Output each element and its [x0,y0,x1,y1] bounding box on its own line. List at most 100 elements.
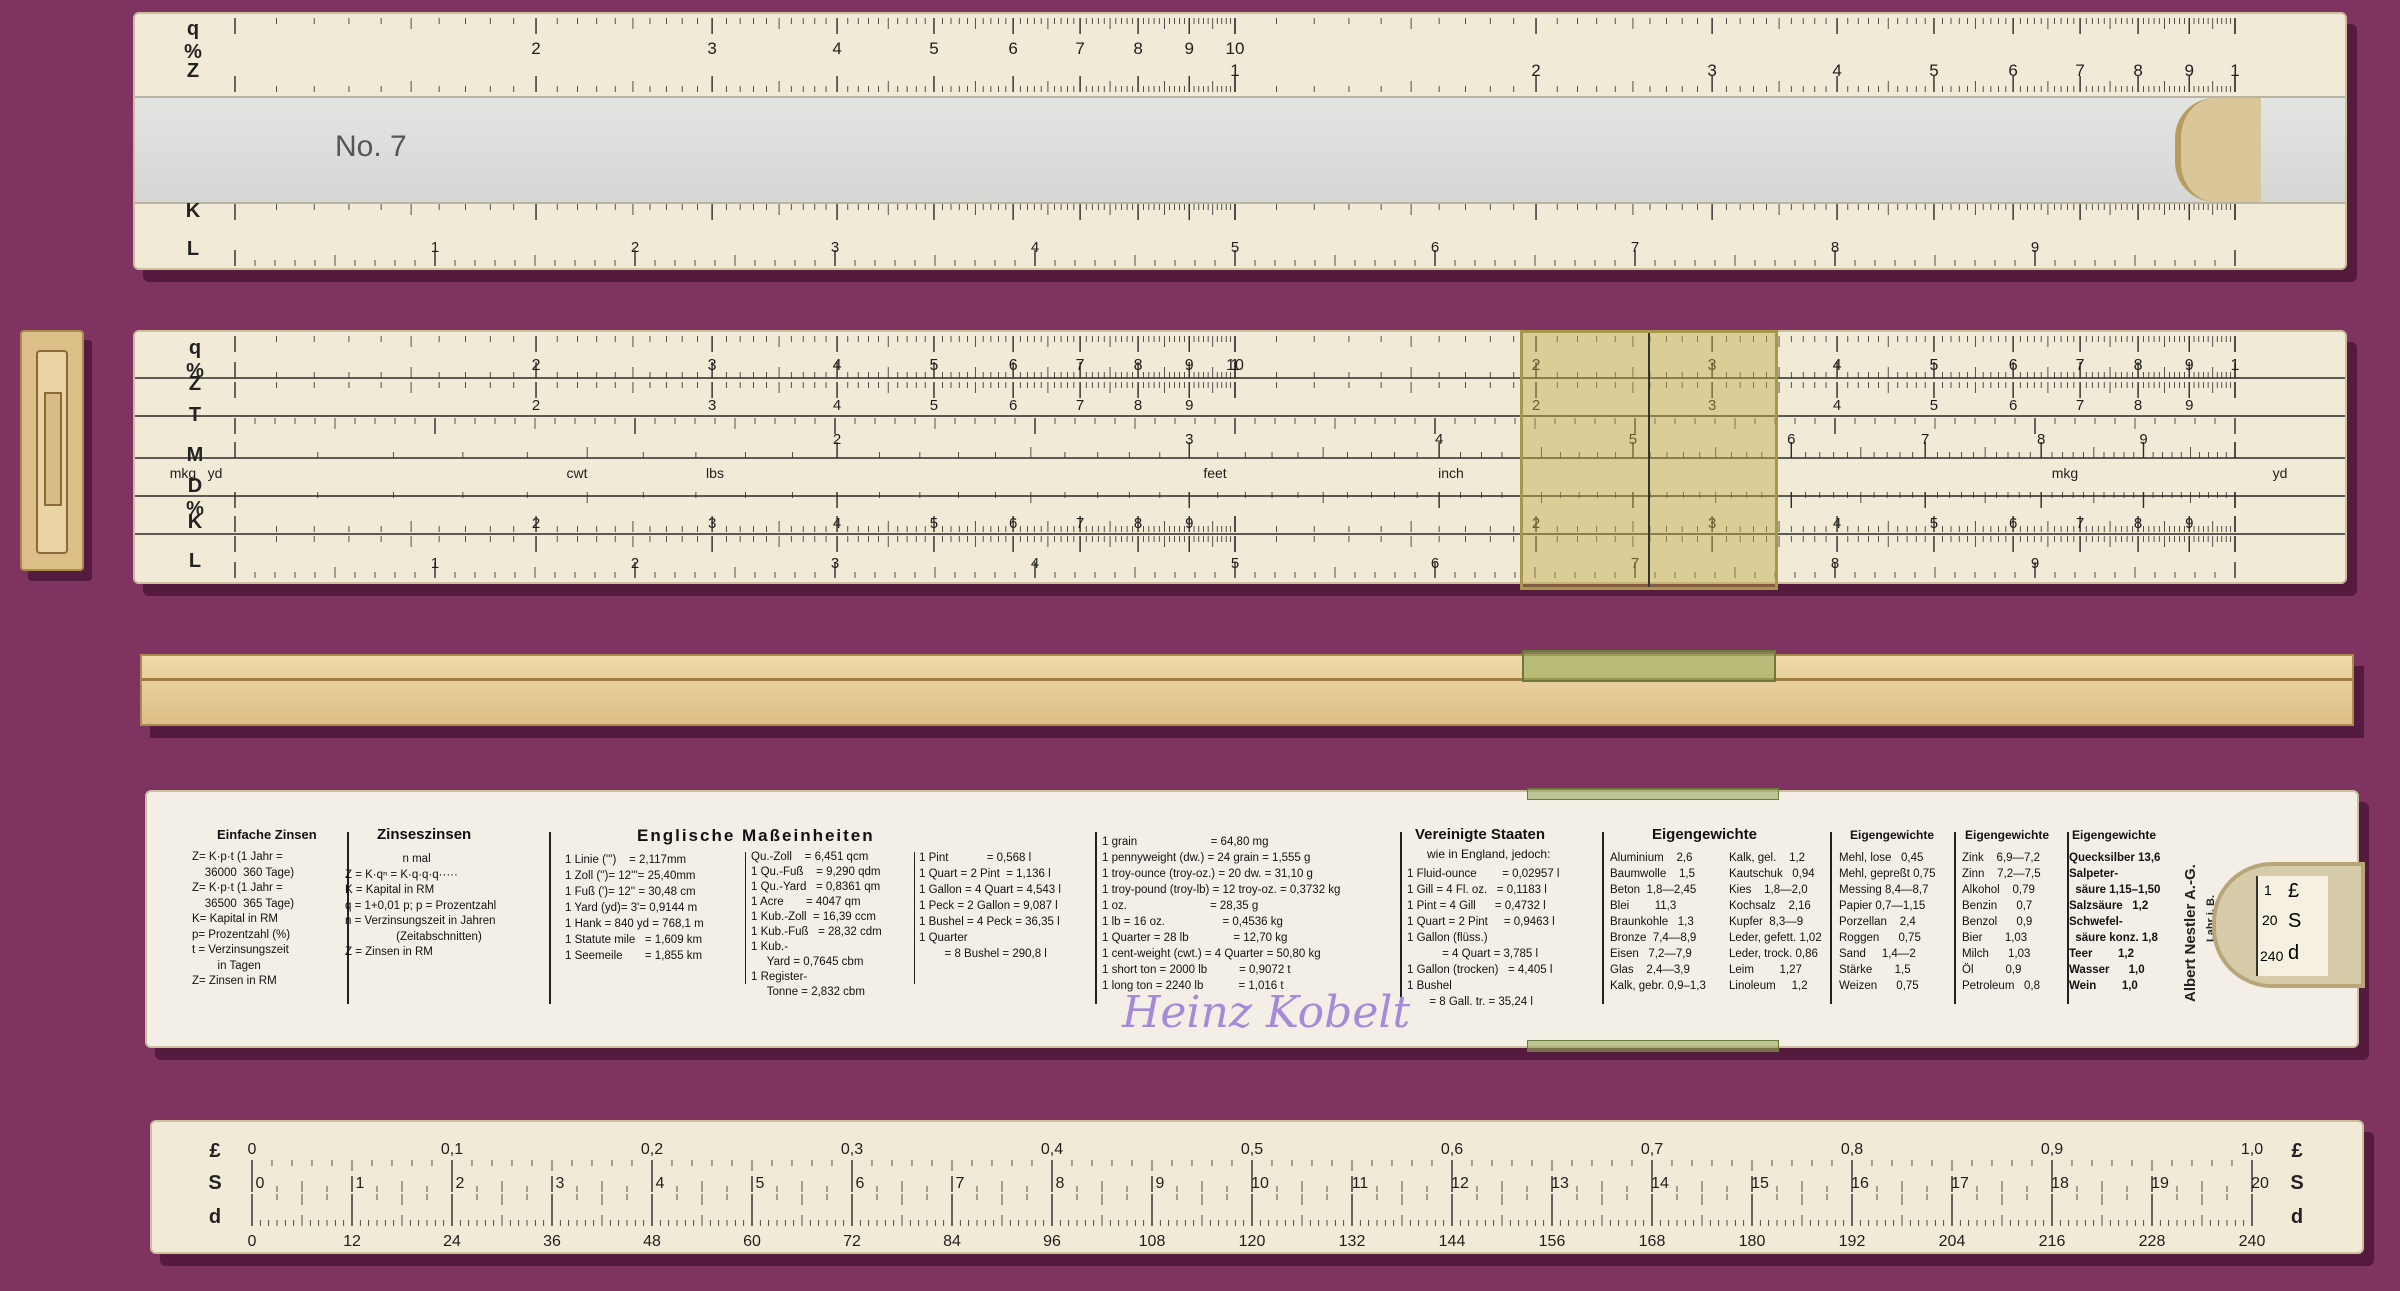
scale-number: 5 [930,357,939,374]
unit-label: lbs [706,465,724,481]
scale-number: 5 [930,397,938,414]
scale-number: 7 [2075,61,2084,80]
shilling-tick-label: 20 [2251,1175,2269,1192]
shilling-tick-label: 8 [1056,1175,1065,1192]
slide-label-right-pence: d [2290,1206,2304,1228]
slide-label-right-shilling: S [2290,1172,2304,1194]
zinseszinsen-body: n mal Z = K·qⁿ = K·q·q·q····· K = Kapita… [345,853,497,958]
rule1-slide[interactable]: No. 7 [135,96,2345,204]
einfache-title: Einfache Zinsen [217,827,317,842]
window-label-shilling: S [2288,910,2302,932]
scale-number: 4 [1833,515,1841,532]
currency-scales: 0 0,1 0,2 0,3 0,4 0,5 0,6 0,7 0,8 0,9 1,00 1 2 3 4 5 6 7 8… [248,1141,2269,1250]
pence-tick-label: 156 [1539,1233,1566,1250]
scale-number: 7 [1076,397,1084,414]
scale-number: 8 [1134,515,1142,532]
scale-number: 2 [1531,61,1540,80]
pound-tick-label: 0,5 [1241,1141,1263,1158]
scale-number: 7 [1076,357,1085,374]
currency-slide[interactable]: 0 0,1 0,2 0,3 0,4 0,5 0,6 0,7 0,8 0,9 1,0 0 1 2 3 4 5 6 7 8… [150,1120,2364,1254]
eigengewichte-1-col1: Aluminium 2,6 Baumwolle 1,5 Beton 1,8—2,… [1610,852,1706,992]
slide-rule-side [140,650,2354,726]
englisch-col1: 1 Linie (''') = 2,117mm 1 Zoll ('')= 12'… [565,854,704,962]
unit-label: cwt [567,465,588,481]
eigengewichte-4-body: Quecksilber 13,6 Salpeter- säure 1,15–1,… [2069,852,2161,992]
shilling-tick-label: 17 [1951,1175,1969,1192]
pence-tick-label: 24 [443,1233,461,1250]
unit-label: yd [2273,465,2288,481]
pence-tick-label: 36 [543,1233,561,1250]
scale-number: 3 [1707,61,1716,80]
scale-number: 9 [1185,39,1194,58]
shilling-tick-label: 4 [656,1175,665,1192]
scale-number: 10 [1226,39,1245,58]
back-cursor-edge[interactable] [1527,788,1779,800]
scale-number: 7 [2076,397,2084,414]
eigengewichte-2-body: Mehl, lose 0,45 Mehl, gepreßt 0,75 Messi… [1839,852,1936,992]
scale-number: 4 [832,39,841,58]
pence-tick-label: 72 [843,1233,861,1250]
window-label-pence: d [2288,942,2300,964]
eigengewichte-2-title: Eigengewichte [1850,828,1935,842]
rule1-cursor-end[interactable] [2175,98,2261,202]
scale-number: 9 [2185,61,2194,80]
pence-tick-label: 180 [1739,1233,1766,1250]
pence-tick-label: 168 [1639,1233,1666,1250]
scale-number: 6 [2008,61,2017,80]
scale-number: 2 [532,515,540,532]
scale-number: 8 [1134,357,1143,374]
currency-window: £ S d 1 20 240 [2212,862,2365,988]
shilling-tick-label: 10 [1251,1175,1269,1192]
currency-window-labels: £ S d 1 20 240 [2256,876,2328,976]
shilling-tick-label: 1 [356,1175,365,1192]
pence-tick-label: 192 [1839,1233,1866,1250]
scale-number: 8 [2134,397,2142,414]
scale-number: 3 [1185,431,1193,448]
scale-number: 2 [532,357,541,374]
shilling-tick-label: 0 [256,1175,265,1192]
scale-number: 2 [531,39,540,58]
scale-number: 7 [1076,515,1084,532]
pence-tick-label: 84 [943,1233,961,1250]
shilling-tick-label: 14 [1651,1175,1669,1192]
scale-number: 3 [831,555,839,572]
scale-number: 1 [2230,61,2239,80]
eigengewichte-4-title: Eigengewichte [2072,828,2157,842]
pence-tick-label: 228 [2139,1233,2166,1250]
rule2-label-z: Z [188,373,202,395]
scale-number: 9 [2185,357,2194,374]
pound-tick-label: 0,2 [641,1141,663,1158]
scale-number: 7 [1921,431,1929,448]
scale-number: 6 [1009,397,1017,414]
scale-number: 3 [708,357,717,374]
zinseszinsen-title: Zinseszinsen [377,826,472,843]
unit-label: inch [1438,465,1464,481]
shilling-tick-label: 15 [1751,1175,1769,1192]
rule2-label-l: L [188,550,202,572]
scale-number: 6 [2009,515,2017,532]
slide-label-left-pence: d [208,1206,222,1228]
pence-tick-label: 108 [1139,1233,1166,1250]
eigengewichte-3-body: Zink 6,9—7,2 Zinn 7,2—7,5 Alkohol 0,79 B… [1962,852,2041,992]
scale-number: 3 [708,515,716,532]
side-cursor-edge[interactable] [1522,650,1776,682]
scale-number: 2 [631,555,639,572]
shilling-tick-label: 7 [956,1175,965,1192]
scale-number: 1 [431,239,439,256]
scale-number: 4 [1031,555,1039,572]
shilling-tick-label: 18 [2051,1175,2069,1192]
englisch-col3: 1 Pint = 0,568 l 1 Quart = 2 Pint = 1,13… [919,852,1061,960]
scale-number: 7 [2076,357,2085,374]
englisch-col2: Qu.-Zoll = 6,451 qcm 1 Qu.-Fuß = 9,290 q… [751,851,882,998]
slide-label-right-pound: £ [2291,1140,2303,1162]
pence-tick-label: 60 [743,1233,761,1250]
pound-tick-label: 0,9 [2041,1141,2063,1158]
pound-tick-label: 0,7 [1641,1141,1663,1158]
rule2-cursor[interactable] [1520,330,1778,590]
rule1-label-k: K [185,200,201,222]
scale-number: 5 [1930,515,1938,532]
shilling-tick-label: 12 [1451,1175,1469,1192]
shilling-tick-label: 6 [856,1175,865,1192]
englisch-title: Englische Maßeinheiten [637,826,875,845]
scale-number: 6 [2009,397,2017,414]
